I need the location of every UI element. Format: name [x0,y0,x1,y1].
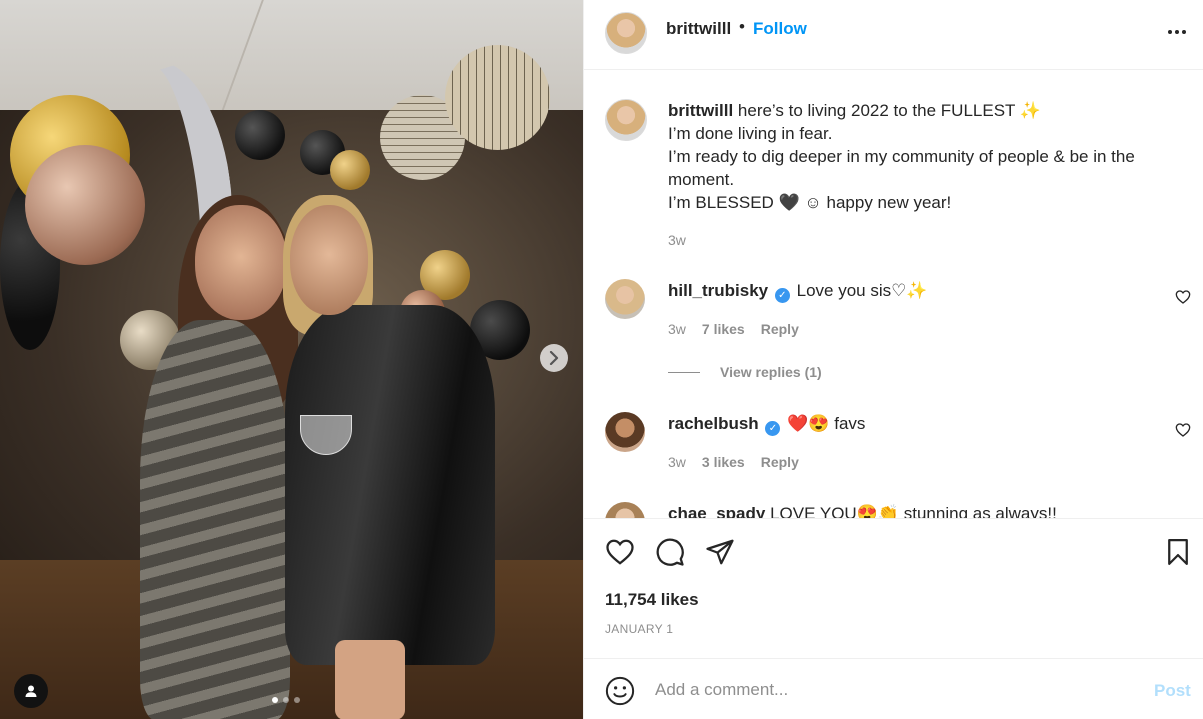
like-comment-heart-icon[interactable] [1175,289,1191,305]
person-right-face [290,205,368,315]
caption-line: I’m BLESSED 🖤 ☺ happy new year! [668,193,952,212]
person-right-blazer [285,305,495,665]
comment-item: hill_trubisky ✓ Love you sis♡✨ [668,279,1188,303]
commenter-avatar[interactable] [605,502,645,518]
carousel-dot-active [272,697,278,703]
follow-button[interactable]: Follow [753,19,807,39]
commenter-avatar[interactable] [605,279,645,319]
author-avatar[interactable] [605,12,647,54]
likes-count[interactable]: 11,754 likes [605,590,699,610]
caption-line: I’m done living in fear. [668,124,833,143]
reply-button[interactable]: Reply [761,321,799,337]
commenter-avatar[interactable] [605,412,645,452]
save-bookmark-icon[interactable] [1163,537,1193,567]
caption-timestamp[interactable]: 3w [668,232,686,248]
person-left-dress [140,320,290,719]
disco-ball-balloon [445,45,550,150]
comment-likes[interactable]: 3 likes [702,454,745,470]
carousel-dot [283,697,289,703]
emoji-smiley-icon[interactable] [605,676,635,706]
replies-divider [668,371,700,373]
comment-timestamp[interactable]: 3w [668,454,686,470]
post-comment-button[interactable]: Post [1154,681,1191,701]
more-dot [1182,30,1186,34]
more-options-icon [1168,30,1172,34]
verified-badge-icon: ✓ [774,288,790,303]
more-options-button[interactable] [1164,20,1190,44]
view-replies-button[interactable]: View replies (1) [668,364,822,380]
author-username[interactable]: brittwilll [666,19,731,39]
carousel-dots [272,697,300,703]
post-actions: 11,754 likes JANUARY 1 [584,518,1203,658]
comment-text: Love you sis♡✨ [796,281,928,300]
add-comment-bar: Post [584,658,1203,719]
chevron-right-icon [549,351,559,365]
user-icon [25,685,37,697]
caption-meta: 3w [668,232,686,248]
comment-text: LOVE YOU😍👏 stunning as always!! [770,504,1057,518]
caption-line: I’m ready to dig deeper in my community … [668,147,1135,166]
next-photo-button[interactable] [540,344,568,372]
black-balloon [235,110,285,160]
caption-avatar[interactable] [605,99,647,141]
caption-username[interactable]: brittwilll [668,101,733,120]
post-photo[interactable] [0,0,583,719]
comment-input[interactable] [655,676,1115,704]
person-left-face [195,205,287,320]
comment-likes[interactable]: 7 likes [702,321,745,337]
comment-meta: 3w 3 likes Reply [668,454,799,470]
share-paper-plane-icon[interactable] [705,537,735,567]
person-right-legs [335,640,405,719]
post-date[interactable]: JANUARY 1 [605,622,673,636]
reply-button[interactable]: Reply [761,454,799,470]
commenter-username[interactable]: hill_trubisky [668,281,768,300]
caption: brittwilll here’s to living 2022 to the … [668,99,1188,214]
commenter-username[interactable]: chae_spady [668,504,765,518]
comment-timestamp[interactable]: 3w [668,321,686,337]
separator-dot: • [739,17,745,36]
comment-item: chae_spady LOVE YOU😍👏 stunning as always… [668,502,1188,518]
gold-balloon [330,150,370,190]
like-heart-icon[interactable] [605,537,635,567]
comment-item: rachelbush ✓ ❤️😍 favs [668,412,1188,436]
verified-badge-icon: ✓ [765,421,781,436]
tagged-users-button[interactable] [14,674,48,708]
carousel-dot [294,697,300,703]
more-dot [1175,30,1179,34]
post-details-panel: brittwilll • Follow brittwilll here’s to… [583,0,1203,719]
commenter-username[interactable]: rachelbush [668,414,759,433]
comment-meta: 3w 7 likes Reply [668,321,799,337]
caption-line: here’s to living 2022 to the FULLEST ✨ [737,101,1042,120]
comment-text: ❤️😍 favs [787,414,866,433]
caption-line: moment. [668,170,735,189]
like-comment-heart-icon[interactable] [1175,422,1191,438]
comments-list[interactable]: brittwilll here’s to living 2022 to the … [584,70,1203,518]
post-header: brittwilll • Follow [584,0,1203,70]
view-replies-label: View replies (1) [720,364,822,380]
comment-bubble-icon[interactable] [655,537,685,567]
